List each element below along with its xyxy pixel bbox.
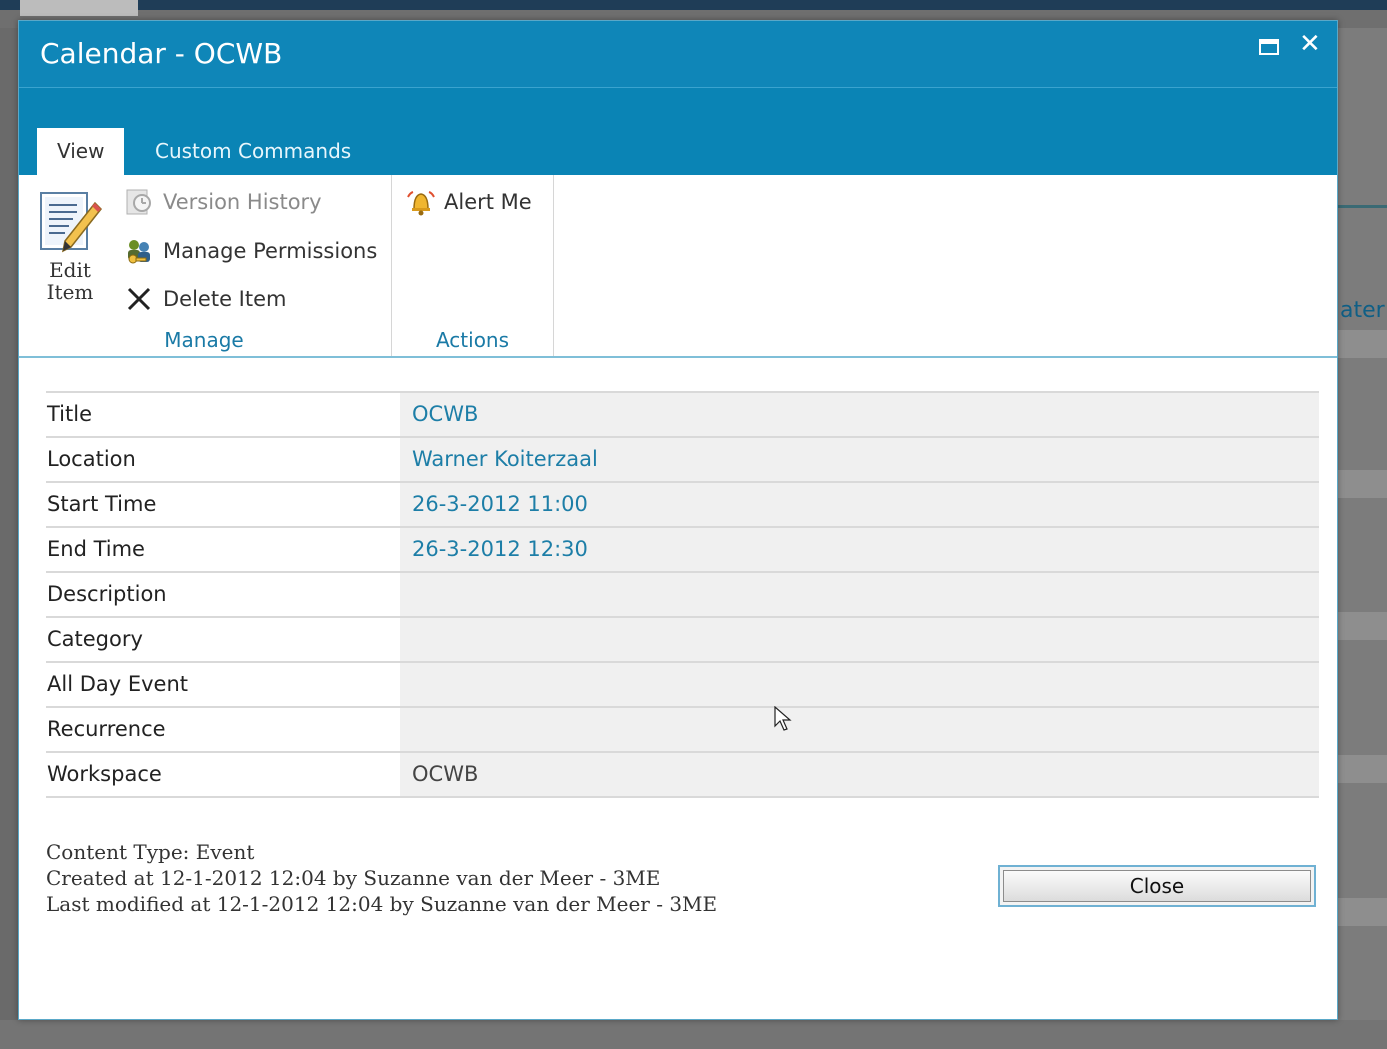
background-left xyxy=(0,28,18,1049)
field-value xyxy=(400,618,1319,661)
version-history-icon xyxy=(123,186,155,218)
alert-me-label: Alert Me xyxy=(444,190,532,214)
field-value-link[interactable]: 26-3-2012 11:00 xyxy=(400,483,1319,526)
tab-custom-commands[interactable]: Custom Commands xyxy=(135,128,371,175)
field-value: OCWB xyxy=(400,753,1319,796)
properties-table: Title OCWB Location Warner Koiterzaal St… xyxy=(46,391,1319,798)
alert-bell-icon xyxy=(404,185,438,219)
permissions-icon xyxy=(123,235,155,267)
table-row: Start Time 26-3-2012 11:00 xyxy=(46,483,1319,528)
field-value-link[interactable]: OCWB xyxy=(400,393,1319,436)
field-name: Recurrence xyxy=(47,717,166,741)
table-row: Recurrence xyxy=(46,708,1319,753)
table-row: Location Warner Koiterzaal xyxy=(46,438,1319,483)
content-type-text: Content Type: Event xyxy=(46,840,255,864)
field-name: Start Time xyxy=(47,492,157,516)
background-topbar xyxy=(0,0,1387,10)
dialog-titlebar: Calendar - OCWB ✕ xyxy=(19,21,1337,88)
delete-x-icon xyxy=(123,283,155,315)
table-row: Workspace OCWB xyxy=(46,753,1319,798)
delete-item-label: Delete Item xyxy=(163,287,287,311)
background-band xyxy=(1336,755,1387,783)
item-metadata: Content Type: Event Created at 12-1-2012… xyxy=(46,839,717,917)
field-name: All Day Event xyxy=(47,672,189,696)
alert-me-button[interactable]: Alert Me xyxy=(404,183,532,221)
version-history-button[interactable]: Version History xyxy=(123,183,322,221)
item-dialog: Calendar - OCWB ✕ View Custom Commands E… xyxy=(18,20,1338,1020)
actions-group-label: Actions xyxy=(435,328,510,352)
ribbon-group-actions: Alert Me Actions xyxy=(392,175,554,356)
close-button-label: Close xyxy=(1003,870,1311,902)
field-name: Location xyxy=(47,447,136,471)
ribbon-group-manage: Edit Item Version History Manage Permiss… xyxy=(19,175,392,356)
manage-permissions-button[interactable]: Manage Permissions xyxy=(123,232,377,270)
manage-group-label: Manage xyxy=(164,328,244,352)
edit-item-button[interactable]: Edit Item xyxy=(33,189,107,309)
field-value xyxy=(400,573,1319,616)
field-value-link[interactable]: 26-3-2012 12:30 xyxy=(400,528,1319,571)
table-row: All Day Event xyxy=(46,663,1319,708)
field-name: Description xyxy=(47,582,167,606)
field-value xyxy=(400,663,1319,706)
modified-text: Last modified at 12-1-2012 12:04 by Suza… xyxy=(46,892,718,916)
table-row: Category xyxy=(46,618,1319,663)
field-value xyxy=(400,708,1319,751)
table-row: Title OCWB xyxy=(46,393,1319,438)
edit-document-icon xyxy=(35,189,105,259)
delete-item-button[interactable]: Delete Item xyxy=(123,280,286,318)
background-bottom xyxy=(0,1020,1387,1049)
background-band xyxy=(1336,898,1387,926)
edit-item-label-1: Edit xyxy=(49,258,91,282)
tab-view[interactable]: View xyxy=(37,128,125,175)
edit-item-label-2: Item xyxy=(46,280,94,304)
close-button[interactable]: Close xyxy=(998,865,1316,907)
manage-permissions-label: Manage Permissions xyxy=(163,239,378,263)
field-name: Category xyxy=(47,627,143,651)
field-name: Workspace xyxy=(47,762,162,786)
maximize-icon[interactable] xyxy=(1259,39,1279,55)
close-icon[interactable]: ✕ xyxy=(1299,29,1321,59)
ribbon-tabs: View Custom Commands xyxy=(19,88,1337,175)
background-band xyxy=(1336,330,1387,358)
field-name: End Time xyxy=(47,537,145,561)
background-tab xyxy=(20,0,138,16)
ribbon: Edit Item Version History Manage Permiss… xyxy=(19,175,1337,358)
table-row: Description xyxy=(46,573,1319,618)
background-partial-text: ater xyxy=(1340,298,1385,323)
field-value-link[interactable]: Warner Koiterzaal xyxy=(400,438,1319,481)
dialog-title: Calendar - OCWB xyxy=(40,37,283,70)
mouse-cursor-icon xyxy=(774,706,792,731)
background-band xyxy=(1336,612,1387,640)
background-band xyxy=(1336,470,1387,498)
table-row: End Time 26-3-2012 12:30 xyxy=(46,528,1319,573)
version-history-label: Version History xyxy=(163,190,322,214)
created-text: Created at 12-1-2012 12:04 by Suzanne va… xyxy=(46,866,661,890)
background-right-line xyxy=(1336,205,1387,208)
field-name: Title xyxy=(47,402,93,426)
background-right xyxy=(1336,28,1387,1049)
